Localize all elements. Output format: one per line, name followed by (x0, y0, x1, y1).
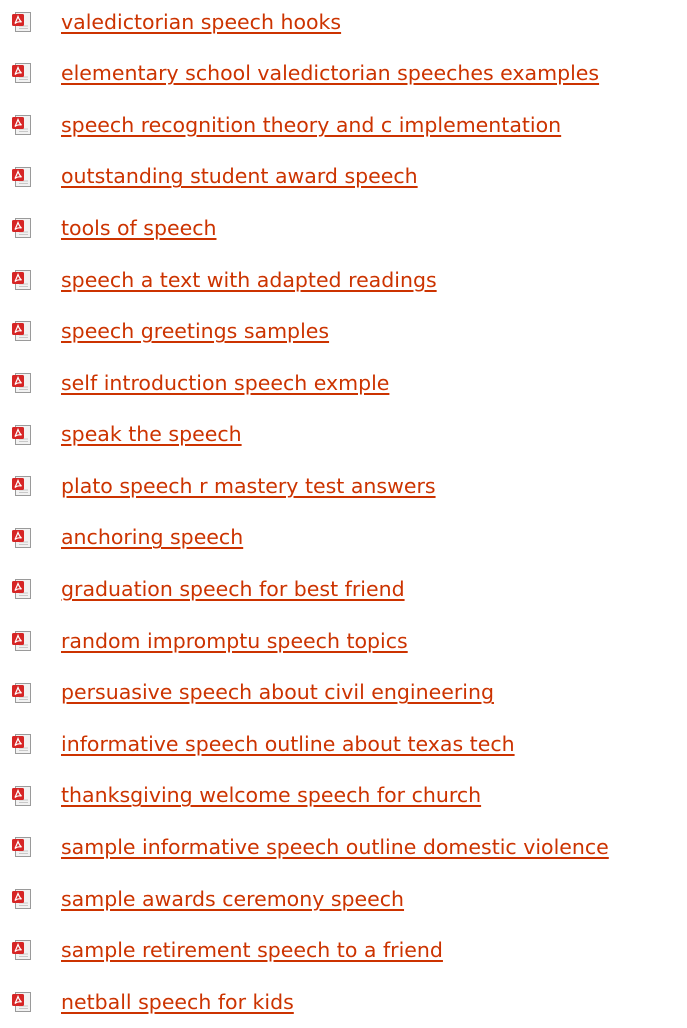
pdf-file-icon (12, 734, 31, 755)
pdf-file-icon (12, 63, 31, 84)
list-item: speech a text with adapted readings (0, 254, 687, 306)
pdf-link[interactable]: speech a text with adapted readings (61, 270, 437, 291)
list-item: sample retirement speech to a friend (0, 925, 687, 977)
pdf-file-icon (12, 218, 31, 239)
pdf-file-icon (12, 269, 31, 290)
list-item: valedictorian speech hooks (0, 0, 687, 48)
list-item: persuasive speech about civil engineerin… (0, 667, 687, 719)
pdf-file-icon (12, 321, 31, 342)
pdf-file-icon (12, 372, 31, 393)
list-item: elementary school valedictorian speeches… (0, 48, 687, 100)
list-item: self introduction speech exmple (0, 357, 687, 409)
pdf-link[interactable]: persuasive speech about civil engineerin… (61, 682, 494, 703)
pdf-file-icon (12, 992, 31, 1013)
pdf-link[interactable]: informative speech outline about texas t… (61, 734, 515, 755)
list-item: plato speech r mastery test answers (0, 460, 687, 512)
pdf-link[interactable]: speak the speech (61, 424, 242, 445)
pdf-link[interactable]: graduation speech for best friend (61, 579, 405, 600)
pdf-file-icon (12, 476, 31, 497)
pdf-file-icon (12, 114, 31, 135)
pdf-link[interactable]: random impromptu speech topics (61, 631, 408, 652)
pdf-link[interactable]: sample informative speech outline domest… (61, 837, 609, 858)
pdf-link[interactable]: tools of speech (61, 218, 216, 239)
pdf-file-icon (12, 682, 31, 703)
list-item: graduation speech for best friend (0, 564, 687, 616)
pdf-link[interactable]: valedictorian speech hooks (61, 12, 341, 33)
pdf-file-icon (12, 888, 31, 909)
pdf-link[interactable]: speech recognition theory and c implemen… (61, 115, 561, 136)
list-item: random impromptu speech topics (0, 615, 687, 667)
pdf-link[interactable]: self introduction speech exmple (61, 373, 389, 394)
list-item: outstanding student award speech (0, 151, 687, 203)
list-item: thanksgiving welcome speech for church (0, 770, 687, 822)
list-item: speech greetings samples (0, 306, 687, 358)
pdf-link[interactable]: thanksgiving welcome speech for church (61, 785, 481, 806)
pdf-link-list: valedictorian speech hooks elementary sc… (0, 0, 687, 1028)
pdf-link[interactable]: anchoring speech (61, 527, 243, 548)
pdf-link[interactable]: sample retirement speech to a friend (61, 940, 443, 961)
pdf-file-icon (12, 785, 31, 806)
pdf-link[interactable]: sample awards ceremony speech (61, 889, 404, 910)
list-item: anchoring speech (0, 512, 687, 564)
list-item: speak the speech (0, 409, 687, 461)
list-item: speech recognition theory and c implemen… (0, 99, 687, 151)
list-item: informative speech outline about texas t… (0, 718, 687, 770)
pdf-link[interactable]: elementary school valedictorian speeches… (61, 63, 599, 84)
pdf-file-icon (12, 166, 31, 187)
list-item: tools of speech (0, 202, 687, 254)
pdf-link[interactable]: plato speech r mastery test answers (61, 476, 436, 497)
list-item: sample awards ceremony speech (0, 873, 687, 925)
pdf-link[interactable]: netball speech for kids (61, 992, 294, 1013)
pdf-file-icon (12, 579, 31, 600)
list-item: sample informative speech outline domest… (0, 822, 687, 874)
pdf-link[interactable]: outstanding student award speech (61, 166, 418, 187)
pdf-file-icon (12, 527, 31, 548)
list-item: netball speech for kids (0, 976, 687, 1028)
pdf-file-icon (12, 940, 31, 961)
pdf-file-icon (12, 424, 31, 445)
pdf-file-icon (12, 837, 31, 858)
pdf-file-icon (12, 630, 31, 651)
pdf-file-icon (12, 11, 31, 32)
pdf-link[interactable]: speech greetings samples (61, 321, 329, 342)
